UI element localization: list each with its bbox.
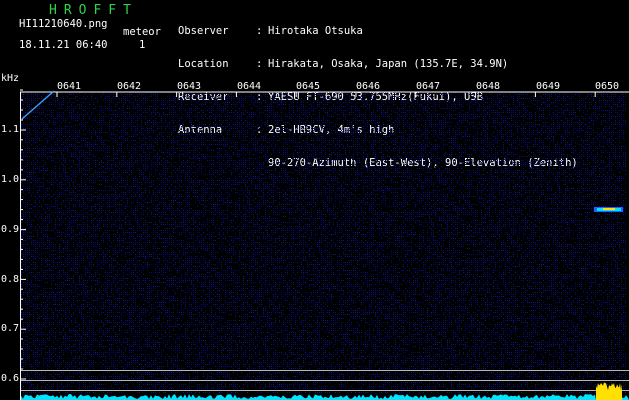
signal-level-band [21,394,596,400]
noise-layer [21,92,626,393]
meteor-echo-hot [603,208,615,210]
signal-layer [21,91,629,400]
signal-level-band-tail [622,395,629,400]
spectrogram [0,0,629,400]
